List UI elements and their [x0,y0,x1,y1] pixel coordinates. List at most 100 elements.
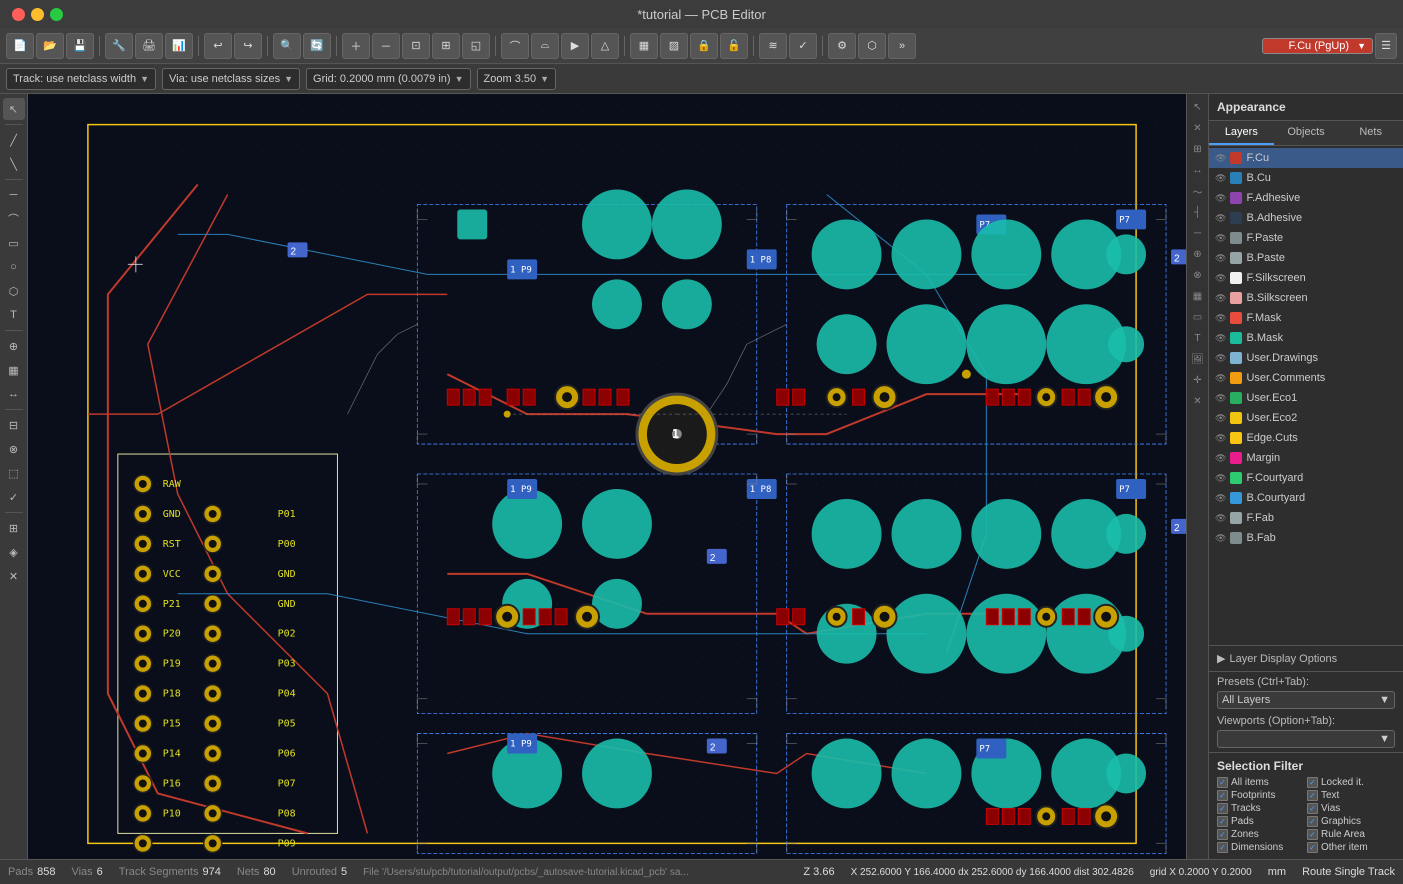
zoom-selector[interactable]: Zoom 3.50 ▼ [477,68,557,90]
drc-tool[interactable]: ✓ [3,486,25,508]
layer-eye-icon[interactable]: 👁 [1215,233,1226,244]
grid-selector[interactable]: Grid: 0.2000 mm (0.0079 in) ▼ [306,68,471,90]
delete-icon[interactable]: ✕ [1189,392,1207,410]
filter-item-graphics[interactable]: ✓ Graphics [1307,816,1395,827]
active-layer-selector[interactable]: F.Cu (PgUp) ▼ [1262,38,1373,54]
tab-nets[interactable]: Nets [1338,121,1403,145]
filter-checkbox[interactable]: ✓ [1307,790,1318,801]
layer-eye-icon[interactable]: 👁 [1215,213,1226,224]
layer-item-b-courtyard[interactable]: 👁 B.Courtyard [1209,488,1403,508]
layer-eye-icon[interactable]: 👁 [1215,473,1226,484]
zoom-in-button[interactable]: ＋ [342,33,370,59]
tab-layers[interactable]: Layers [1209,121,1274,145]
pattern-icon[interactable]: ▦ [1189,287,1207,305]
filter-item-pads[interactable]: ✓ Pads [1217,816,1305,827]
filter-item-dimensions[interactable]: ✓ Dimensions [1217,842,1305,853]
filter-item-rule-area[interactable]: ✓ Rule Area [1307,829,1395,840]
new-button[interactable]: 📄 [6,33,34,59]
layer-eye-icon[interactable]: 👁 [1215,273,1226,284]
arc-button[interactable]: ⌒ [501,33,529,59]
copper-fill-button[interactable]: ▦ [630,33,658,59]
layer-item-f-silkscreen[interactable]: 👁 F.Silkscreen [1209,268,1403,288]
rule-area-tool[interactable]: ⬚ [3,462,25,484]
lock-button[interactable]: 🔒 [690,33,718,59]
delete-tool[interactable]: ✕ [3,565,25,587]
layer-item-user-eco2[interactable]: 👁 User.Eco2 [1209,408,1403,428]
filter-checkbox[interactable]: ✓ [1307,816,1318,827]
route-button[interactable]: ▶ [561,33,589,59]
filter-checkbox[interactable]: ✓ [1217,829,1228,840]
filter-item-footprints[interactable]: ✓ Footprints [1217,790,1305,801]
layer-eye-icon[interactable]: 👁 [1215,193,1226,204]
draw-text-tool[interactable]: T [3,304,25,326]
unlock-button[interactable]: 🔓 [720,33,748,59]
zoom-area-tool[interactable]: ⊟ [3,414,25,436]
draw-line-tool[interactable]: ─ [3,184,25,206]
select-tool[interactable]: ↖ [3,98,25,120]
layer-item-user-drawings[interactable]: 👁 User.Drawings [1209,348,1403,368]
layer-eye-icon[interactable]: 👁 [1215,413,1226,424]
filter-item-tracks[interactable]: ✓ Tracks [1217,803,1305,814]
drc2-button[interactable]: ✓ [789,33,817,59]
origin-icon[interactable]: ✛ [1189,371,1207,389]
print-button[interactable]: 🖨 [135,33,163,59]
layer-eye-icon[interactable]: 👁 [1215,333,1226,344]
layer-item-b-mask[interactable]: 👁 B.Mask [1209,328,1403,348]
pcb-canvas-area[interactable]: RAW GND RST VCC P21 P20 P19 P18 P15 P14 … [28,94,1186,859]
cursor-tool-btn[interactable]: ↖ [1189,98,1207,116]
shape-button[interactable]: △ [591,33,619,59]
inspect-icon[interactable]: ⊗ [1189,266,1207,284]
footprint-tool[interactable]: ⊞ [3,517,25,539]
track-icon[interactable]: ─ [1189,224,1207,242]
zoom-box-button[interactable]: ⊞ [432,33,460,59]
layer-eye-icon[interactable]: 👁 [1215,513,1226,524]
filter-item-zones[interactable]: ✓ Zones [1217,829,1305,840]
viewports-selector[interactable]: ▼ [1217,730,1395,748]
layer-item-user-eco1[interactable]: 👁 User.Eco1 [1209,388,1403,408]
layer-eye-icon[interactable]: 👁 [1215,533,1226,544]
hide-tool[interactable]: ⊗ [3,438,25,460]
layer-options-button[interactable]: ☰ [1375,33,1397,59]
pad-tool[interactable]: ◈ [3,541,25,563]
maximize-button[interactable] [50,8,63,21]
filter-item-text[interactable]: ✓ Text [1307,790,1395,801]
close-button[interactable] [12,8,25,21]
text-icon[interactable]: T [1189,329,1207,347]
filter-checkbox[interactable]: ✓ [1307,803,1318,814]
track-width-selector[interactable]: Track: use netclass width ▼ [6,68,156,90]
filter-item-other-item[interactable]: ✓ Other item [1307,842,1395,853]
filter-item-all-items[interactable]: ✓ All items [1217,777,1305,788]
draw-arc-tool[interactable]: ⌒ [3,208,25,230]
layer-item-f-cu[interactable]: 👁 F.Cu [1209,148,1403,168]
layer-eye-icon[interactable]: 👁 [1215,153,1226,164]
plot-button[interactable]: 📊 [165,33,193,59]
refresh-button[interactable]: 🔄 [303,33,331,59]
layer-item-b-paste[interactable]: 👁 B.Paste [1209,248,1403,268]
layer-item-f-paste[interactable]: 👁 F.Paste [1209,228,1403,248]
draw-circle-tool[interactable]: ○ [3,256,25,278]
drc-button[interactable]: 🔧 [105,33,133,59]
layer-item-margin[interactable]: 👁 Margin [1209,448,1403,468]
redo-button[interactable]: ↪ [234,33,262,59]
layer-eye-icon[interactable]: 👁 [1215,313,1226,324]
arc2-button[interactable]: ⌓ [531,33,559,59]
ratsnest-button[interactable]: ≋ [759,33,787,59]
copper2-button[interactable]: ▨ [660,33,688,59]
place-via-tool[interactable]: ⊕ [3,335,25,357]
add-zone-tool[interactable]: ▦ [3,359,25,381]
measure-icon[interactable]: ↔ [1189,161,1207,179]
undo-button[interactable]: ↩ [204,33,232,59]
zoom-out-button[interactable]: － [372,33,400,59]
tab-objects[interactable]: Objects [1274,121,1339,145]
filter-checkbox[interactable]: ✓ [1217,790,1228,801]
layer-item-f-adhesive[interactable]: 👁 F.Adhesive [1209,188,1403,208]
layer-item-b-adhesive[interactable]: 👁 B.Adhesive [1209,208,1403,228]
filter-item-vias[interactable]: ✓ Vias [1307,803,1395,814]
layer-item-f-courtyard[interactable]: 👁 F.Courtyard [1209,468,1403,488]
layer-item-f-fab[interactable]: 👁 F.Fab [1209,508,1403,528]
filter-checkbox[interactable]: ✓ [1217,816,1228,827]
settings-button[interactable]: ⚙ [828,33,856,59]
layer-eye-icon[interactable]: 👁 [1215,173,1226,184]
save-button[interactable]: 💾 [66,33,94,59]
image-icon[interactable]: 🖼 [1189,350,1207,368]
